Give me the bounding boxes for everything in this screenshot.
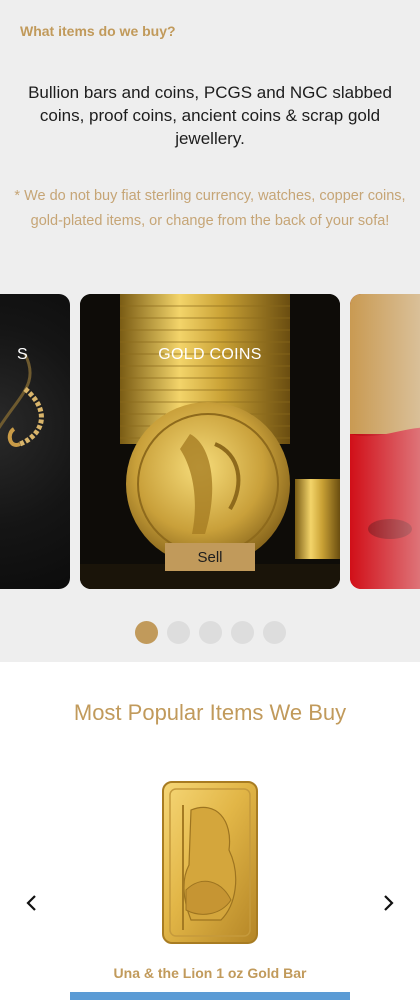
carousel-dot-3[interactable]: [198, 621, 222, 644]
intro-text: Bullion bars and coins, PCGS and NGC sla…: [28, 83, 392, 148]
items-we-buy-section: What items do we buy? Bullion bars and c…: [0, 0, 420, 662]
gold-chain-image: [0, 353, 44, 447]
chevron-right-icon[interactable]: [378, 893, 398, 913]
category-card-gold-coins[interactable]: GOLD COINS Sell: [80, 294, 340, 589]
red-fabric-image: [350, 294, 420, 589]
category-card-jewellery[interactable]: S: [0, 294, 70, 589]
category-card-next[interactable]: [350, 294, 420, 589]
category-title: S: [17, 346, 28, 363]
section-heading: What items do we buy?: [20, 23, 176, 39]
chevron-left-icon[interactable]: [22, 893, 42, 913]
carousel-dot-2[interactable]: [166, 621, 190, 644]
gold-bar-image[interactable]: [161, 780, 259, 945]
category-carousel[interactable]: S GOLD COINS Sell: [0, 294, 420, 590]
category-title: GOLD COINS: [158, 346, 262, 363]
carousel-dot-4[interactable]: [230, 621, 254, 644]
carousel-dot-5[interactable]: [262, 621, 286, 644]
carousel-dot-1[interactable]: [134, 621, 158, 644]
disclaimer-text: * We do not buy fiat sterling currency, …: [14, 188, 406, 229]
popular-heading: Most Popular Items We Buy: [73, 700, 347, 725]
carousel-dots: [0, 621, 420, 644]
product-action-button[interactable]: [70, 992, 350, 1000]
product-name[interactable]: Una & the Lion 1 oz Gold Bar: [0, 965, 420, 981]
sell-button[interactable]: Sell: [165, 543, 255, 571]
